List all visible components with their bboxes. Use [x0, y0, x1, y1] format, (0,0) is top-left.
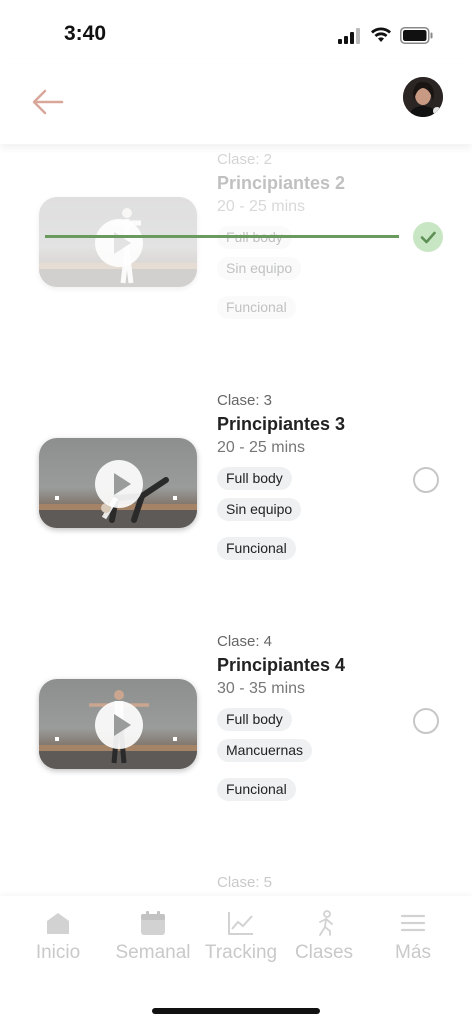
nav-label: Inicio: [35, 942, 81, 963]
arrow-left-icon[interactable]: [30, 86, 66, 118]
nav-item-tracking[interactable]: Tracking: [196, 910, 286, 964]
chart-icon: [228, 912, 253, 935]
nav-label: Clases: [294, 942, 354, 963]
completed-strikethrough: [45, 235, 399, 238]
checkmark-icon: [420, 231, 436, 244]
play-icon[interactable]: [95, 460, 143, 508]
class-duration: 20 - 25 mins: [217, 439, 306, 456]
nav-label: Tracking: [204, 942, 278, 963]
class-duration: 30 - 35 mins: [217, 680, 306, 697]
status-time: 3:40: [64, 22, 107, 45]
class-item[interactable]: Clase: 3 Principiantes 3 20 - 25 mins Fu…: [0, 391, 472, 591]
home-icon: [47, 913, 69, 934]
tag: Full body: [217, 467, 292, 490]
play-icon[interactable]: [95, 219, 143, 267]
class-video-thumbnail[interactable]: [39, 679, 197, 769]
class-item[interactable]: Clase: 4 Principiantes 4 30 - 35 mins Fu…: [0, 632, 472, 832]
header: [0, 60, 472, 144]
class-video-thumbnail[interactable]: [39, 197, 197, 287]
complete-radio-button[interactable]: [413, 708, 439, 734]
class-number: Clase: 5: [217, 874, 273, 891]
tag: Full body: [217, 708, 292, 731]
completed-check-icon[interactable]: [413, 222, 443, 252]
nav-label: Más: [395, 942, 431, 963]
wifi-icon: [371, 27, 391, 42]
battery-icon: [400, 27, 433, 44]
calendar-icon: [141, 911, 165, 935]
nav-item-mas[interactable]: Más: [368, 910, 458, 964]
tag: Mancuernas: [217, 739, 313, 762]
status-bar: 3:40: [0, 0, 472, 60]
tag: Funcional: [217, 778, 296, 801]
class-number: Clase: 4: [217, 633, 273, 650]
avatar[interactable]: [403, 77, 443, 117]
tag: Funcional: [217, 537, 296, 560]
nav-item-semanal[interactable]: Semanal: [108, 910, 198, 964]
class-number: Clase: 3: [217, 392, 273, 409]
bottom-nav: Inicio Semanal Tracking Clases Más: [0, 896, 472, 1023]
home-indicator[interactable]: [152, 1008, 320, 1014]
class-title: Principiantes 4: [217, 655, 346, 675]
tag: Sin equipo: [217, 498, 302, 521]
class-item[interactable]: Clase: 2 Principiantes 2 20 - 25 mins Fu…: [0, 144, 472, 344]
menu-icon: [400, 914, 426, 932]
running-person-icon: [319, 910, 333, 936]
complete-radio-button[interactable]: [413, 467, 439, 493]
play-icon[interactable]: [95, 701, 143, 749]
class-item[interactable]: Clase: 5: [0, 873, 472, 896]
class-title: Principiantes 3: [217, 414, 346, 434]
class-video-thumbnail[interactable]: [39, 438, 197, 528]
class-title: Principiantes 2: [217, 173, 346, 193]
nav-item-clases[interactable]: Clases: [279, 910, 369, 964]
tag: Funcional: [217, 296, 296, 319]
user-avatar-icon: [403, 77, 443, 117]
class-duration: 20 - 25 mins: [217, 198, 306, 215]
nav-label: Semanal: [115, 942, 191, 963]
class-number: Clase: 2: [217, 151, 273, 168]
tag: Sin equipo: [217, 257, 302, 280]
cellular-signal-icon: [338, 28, 360, 44]
class-list[interactable]: Clase: 2 Principiantes 2 20 - 25 mins Fu…: [0, 144, 472, 896]
nav-item-inicio[interactable]: Inicio: [13, 910, 103, 964]
